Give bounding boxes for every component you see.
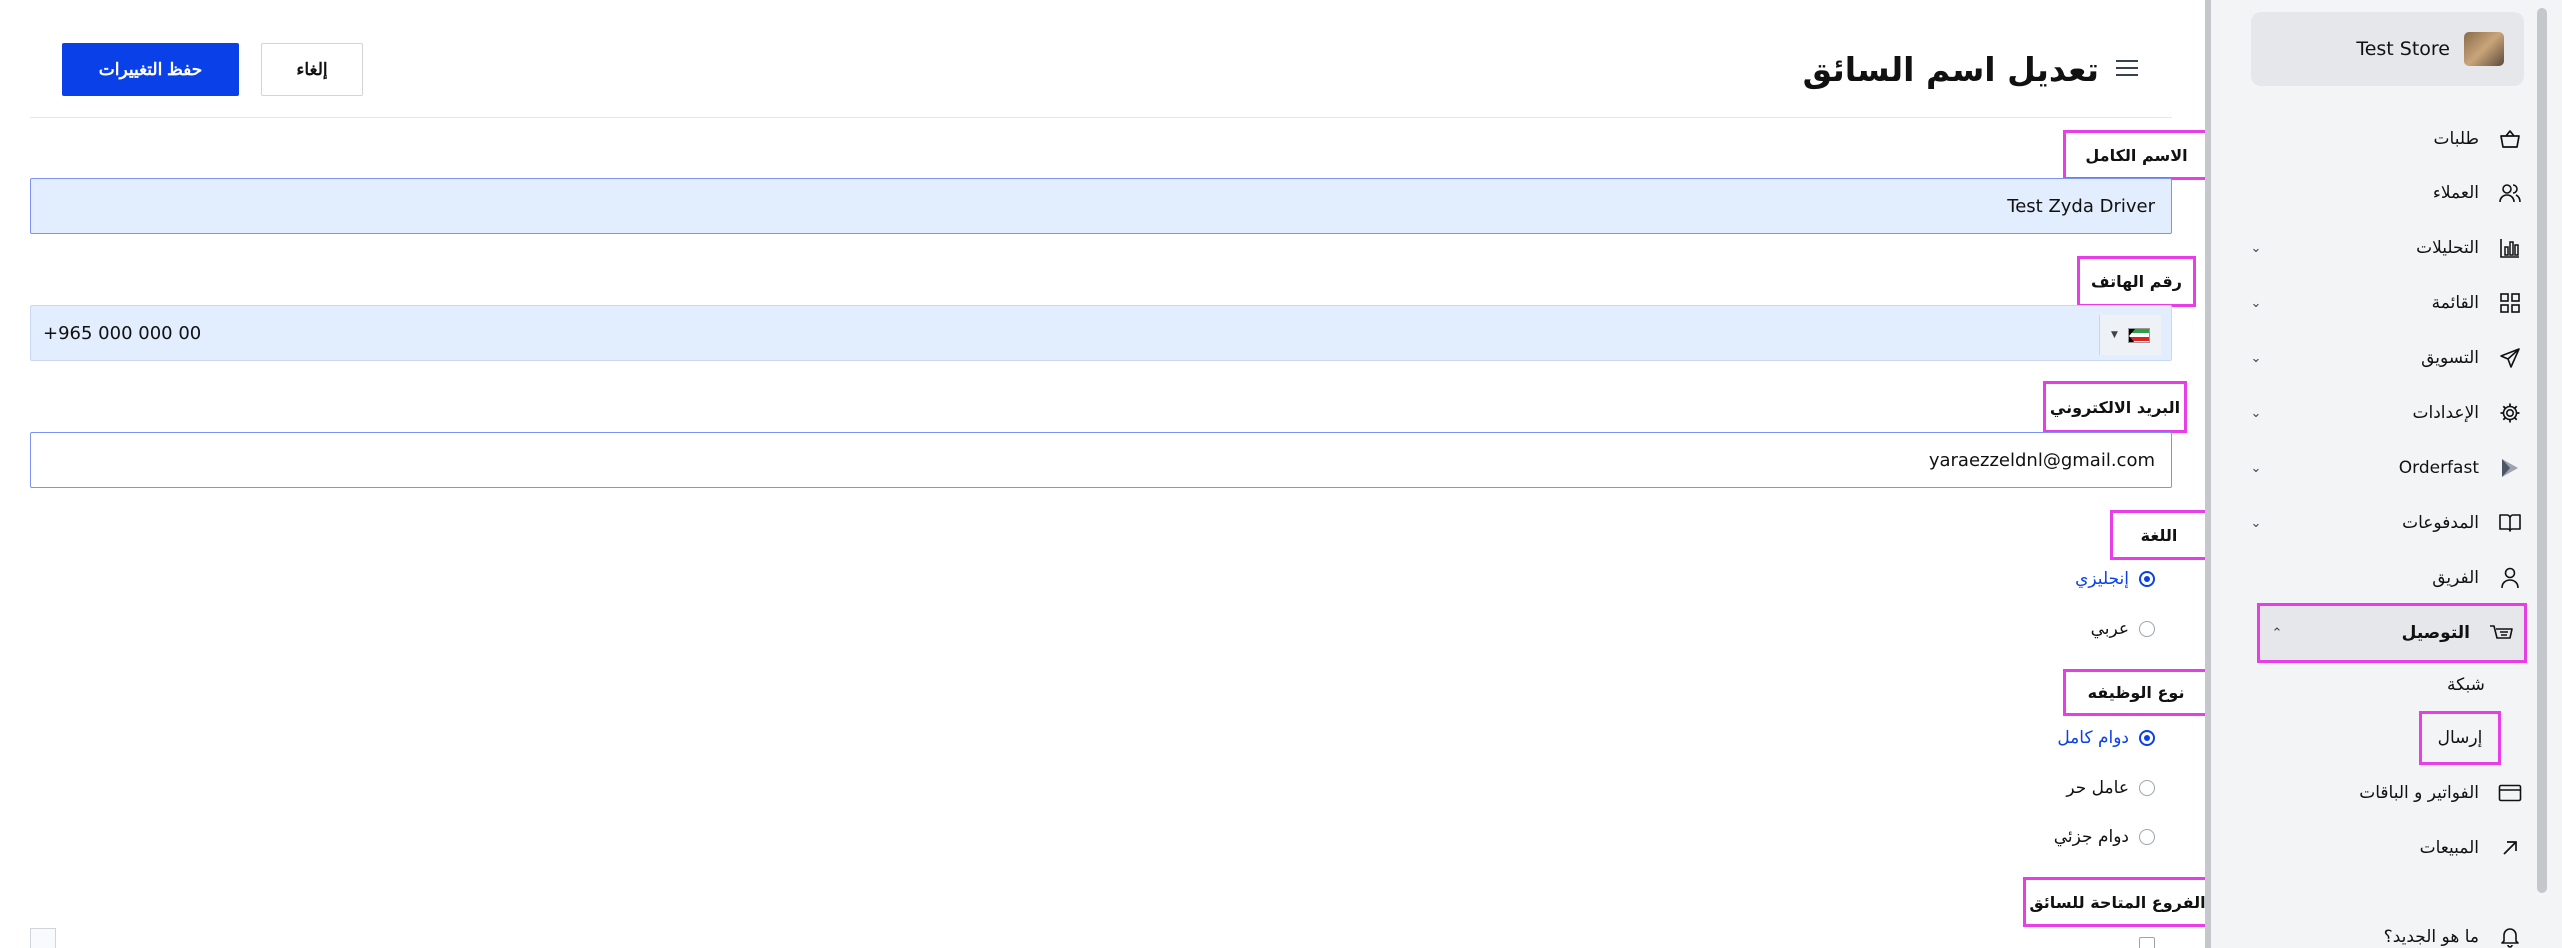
sidebar-item-analytics[interactable]: ⌄ التحليلات [2239, 226, 2533, 270]
branch-item-peek[interactable] [1955, 935, 2155, 948]
sidebar-item-label: المبيعات [2419, 838, 2479, 858]
sidebar-item-billing[interactable]: الفواتير و الباقات [2239, 771, 2533, 815]
sidebar-item-label: ما هو الجديد؟ [2383, 927, 2479, 947]
phone-label: رقم الهاتف [2077, 256, 2196, 307]
chevron-down-icon: ⌄ [2250, 515, 2262, 531]
sidebar-subitem-network[interactable]: شبكة [2447, 675, 2485, 695]
job-option-parttime[interactable]: دوام جزئي [2054, 822, 2155, 852]
radio-fulltime[interactable] [2139, 730, 2155, 746]
sidebar-item-label: التوصيل [2401, 623, 2470, 643]
sidebar-item-orders[interactable]: طلبات [2239, 117, 2533, 161]
user-icon [2497, 565, 2523, 591]
sidebar-item-label: طلبات [2433, 129, 2479, 149]
job-parttime-label: دوام جزئي [2053, 827, 2129, 847]
sidebar-item-label: الإعدادات [2412, 403, 2479, 423]
store-switcher[interactable]: Test Store [2251, 12, 2524, 86]
book-icon [2497, 510, 2523, 536]
kuwait-flag-icon [2127, 327, 2150, 343]
radio-freelance[interactable] [2139, 780, 2155, 796]
delivery-icon [2488, 620, 2514, 646]
language-arabic-label: عربي [2090, 619, 2129, 639]
page-header: حفظ التغييرات إلغاء تعديل اسم السائق [30, 0, 2172, 118]
sidebar-item-payments[interactable]: ⌄ المدفوعات [2239, 501, 2533, 545]
job-type-label: نوع الوظيفه [2063, 669, 2209, 716]
language-label: اللغة [2110, 510, 2208, 560]
scroll-corner [30, 928, 56, 948]
chevron-up-icon: ⌃ [2271, 625, 2283, 641]
job-option-freelance[interactable]: عامل حر [2066, 773, 2155, 803]
sidebar-item-label: الفريق [2432, 568, 2479, 588]
chevron-down-icon: ⌄ [2250, 405, 2262, 421]
sidebar-scrollbar-thumb[interactable] [2537, 8, 2547, 893]
arrow-up-right-icon [2497, 835, 2523, 861]
bar-chart-icon [2497, 235, 2523, 261]
cancel-button[interactable]: إلغاء [261, 43, 363, 96]
chevron-down-icon: ⌄ [2250, 350, 2262, 366]
full-name-label: الاسم الكامل [2063, 130, 2210, 180]
basket-icon [2497, 126, 2523, 152]
save-button[interactable]: حفظ التغييرات [62, 43, 239, 96]
sidebar-item-label: Orderfast [2398, 458, 2479, 478]
sidebar-item-label: المدفوعات [2402, 513, 2479, 533]
users-icon [2497, 180, 2523, 206]
job-fulltime-label: دوام كامل [2057, 728, 2129, 748]
sidebar-item-menu[interactable]: ⌄ القائمة [2239, 281, 2533, 325]
play-icon [2497, 455, 2523, 481]
language-option-arabic[interactable]: عربي [2091, 614, 2155, 644]
store-name: Test Store [2356, 38, 2450, 60]
sidebar-item-delivery[interactable]: ⌃ التوصيل [2257, 603, 2527, 663]
radio-english[interactable] [2139, 571, 2155, 587]
language-english-label: إنجليزي [2075, 569, 2129, 589]
phone-value: +965 000 000 00 [43, 323, 202, 344]
phone-input[interactable]: +965 000 000 00 ▼ [30, 305, 2172, 361]
branches-label: الفروع المتاحة للسائق [2023, 877, 2212, 927]
radio-parttime[interactable] [2139, 829, 2155, 845]
sidebar-item-whats-new[interactable]: ما هو الجديد؟ [2239, 915, 2533, 948]
sidebar-item-marketing[interactable]: ⌄ التسويق [2239, 336, 2533, 380]
sidebar-item-settings[interactable]: ⌄ الإعدادات [2239, 391, 2533, 435]
send-icon [2497, 345, 2523, 371]
email-label: البريد الالكتروني [2043, 381, 2187, 433]
full-name-input[interactable]: Test Zyda Driver [30, 178, 2172, 234]
radio-arabic[interactable] [2139, 621, 2155, 637]
page-title: تعديل اسم السائق [1802, 50, 2099, 89]
sidebar-item-customers[interactable]: العملاء [2239, 171, 2533, 215]
store-avatar [2464, 32, 2504, 66]
sidebar-item-team[interactable]: الفريق [2239, 556, 2533, 600]
app-root: حفظ التغييرات إلغاء تعديل اسم السائق الا… [0, 0, 2562, 948]
chevron-down-icon: ⌄ [2250, 295, 2262, 311]
bell-icon [2497, 924, 2523, 948]
sidebar-item-label: القائمة [2431, 293, 2479, 313]
sidebar-subitem-dispatch[interactable]: إرسال [2419, 711, 2501, 765]
job-option-fulltime[interactable]: دوام كامل [2057, 723, 2155, 753]
branch-checkbox[interactable] [2139, 937, 2155, 948]
sidebar-item-orderfast[interactable]: ⌄ Orderfast [2239, 446, 2533, 490]
sidebar-item-label: التسويق [2421, 348, 2479, 368]
caret-down-icon: ▼ [2111, 330, 2118, 340]
main-content: حفظ التغييرات إلغاء تعديل اسم السائق الا… [0, 0, 2212, 948]
sidebar: Test Store طلبات العملاء ⌄ التحليلات ⌄ ا… [2211, 0, 2562, 948]
menu-icon[interactable] [2116, 60, 2138, 78]
language-option-english[interactable]: إنجليزي [2075, 564, 2155, 594]
sidebar-item-sales[interactable]: المبيعات [2239, 826, 2533, 870]
chevron-down-icon: ⌄ [2250, 460, 2262, 476]
gear-icon [2497, 400, 2523, 426]
card-icon [2497, 780, 2523, 806]
chevron-down-icon: ⌄ [2250, 240, 2262, 256]
sidebar-item-label: العملاء [2432, 183, 2479, 203]
sidebar-item-label: التحليلات [2416, 238, 2479, 258]
job-freelance-label: عامل حر [2066, 778, 2129, 798]
sidebar-item-label: الفواتير و الباقات [2359, 783, 2479, 803]
grid-icon [2497, 290, 2523, 316]
country-selector[interactable]: ▼ [2099, 315, 2161, 355]
email-input[interactable]: yaraezzeldnl@gmail.com [30, 432, 2172, 488]
